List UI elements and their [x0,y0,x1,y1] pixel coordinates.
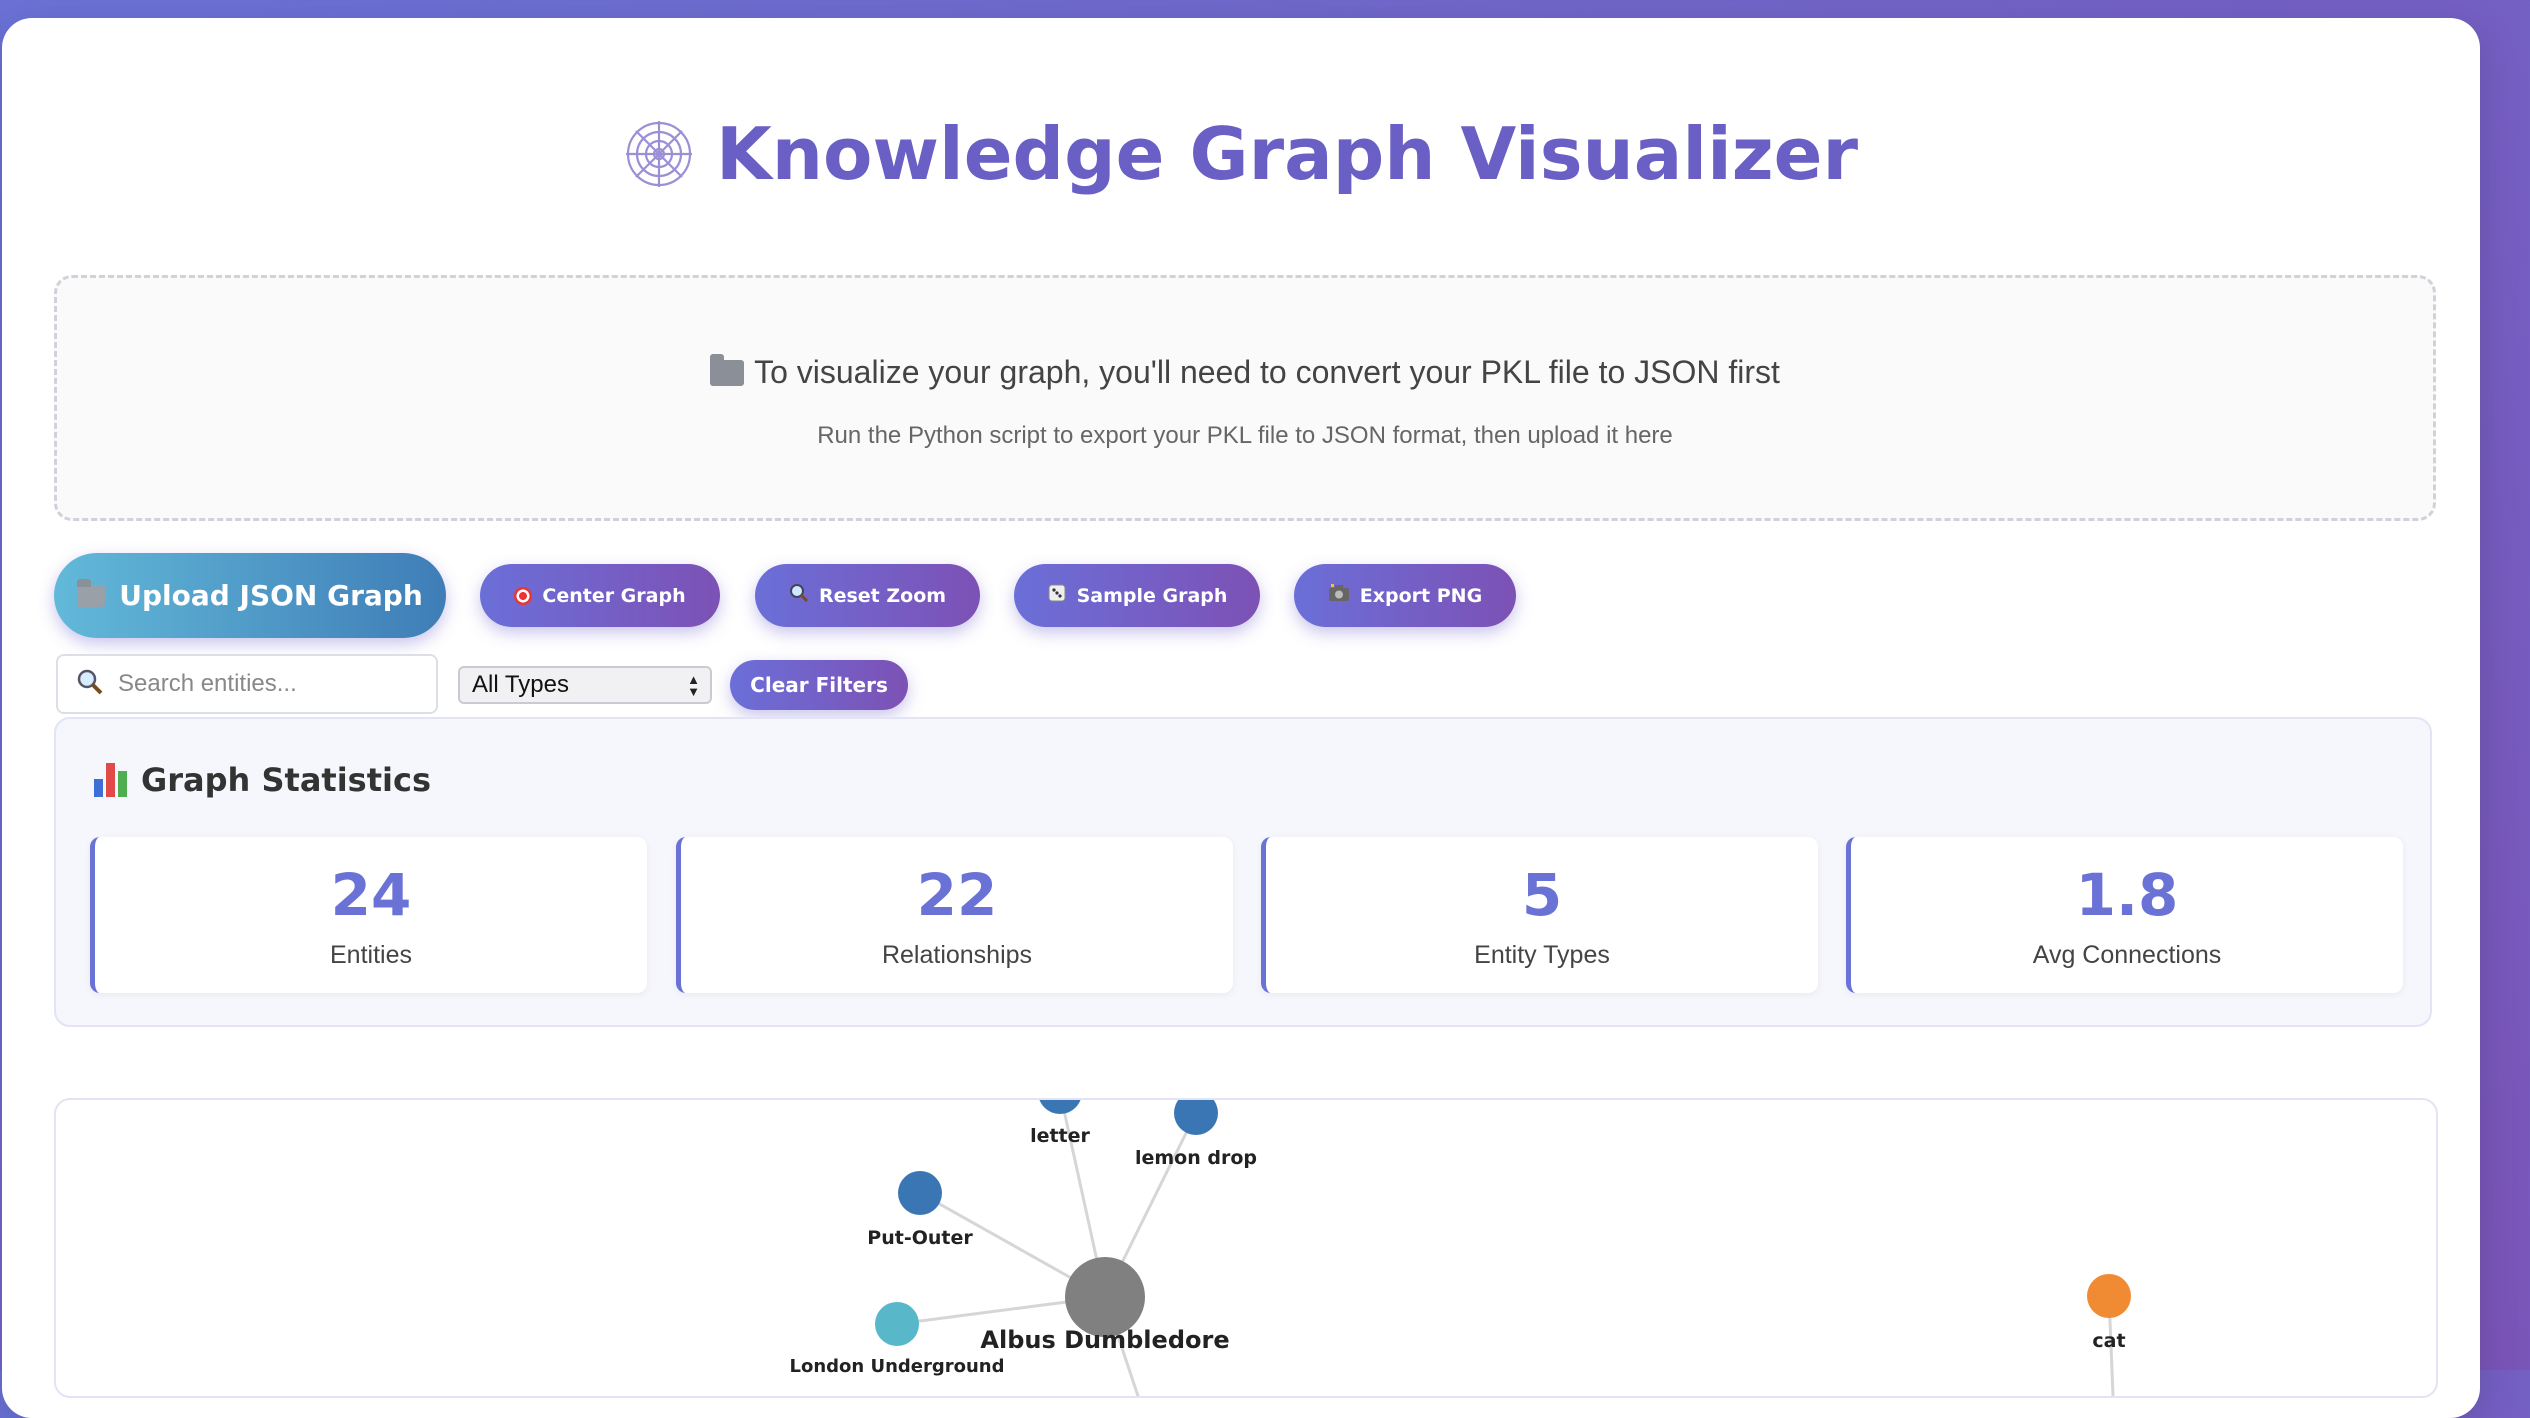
main-card: Knowledge Graph Visualizer To visualize … [2,18,2480,1418]
stat-value: 24 [330,861,412,929]
upload-dropzone[interactable]: To visualize your graph, you'll need to … [54,275,2436,521]
stat-value: 1.8 [2075,861,2179,929]
stat-label: Avg Connections [2032,941,2222,969]
clear-filters-label: Clear Filters [750,673,888,697]
search-input[interactable] [116,669,420,699]
type-filter-value: All Types [472,671,569,698]
stat-card-avg-connections: 1.8 Avg Connections [1846,837,2403,993]
stat-value: 5 [1521,861,1563,929]
stat-card-relationships: 22 Relationships [676,837,1233,993]
graph-node-london-underground[interactable] [875,1302,919,1346]
stats-title: Graph Statistics [141,761,431,799]
graph-statistics-panel: Graph Statistics 24 Entities 22 Relation… [54,717,2432,1027]
graph-node-cat[interactable] [2087,1274,2131,1318]
page-title: Knowledge Graph Visualizer [2,112,2480,196]
graph-canvas[interactable]: letter lemon drop Put-Outer Albus Dumbledor… [54,1098,2438,1398]
graph-node-label: letter [1030,1125,1090,1147]
graph-node-albus[interactable] [1065,1257,1145,1337]
stats-heading: Graph Statistics [94,761,431,799]
reset-zoom-label: Reset Zoom [818,584,947,607]
type-filter-select[interactable]: All Types ▲ ▼ [458,666,712,704]
dice-icon [1047,583,1067,608]
clear-filters-button[interactable]: Clear Filters [730,660,908,710]
stat-value: 22 [916,861,998,929]
graph-node-letter[interactable] [1038,1100,1082,1114]
center-graph-label: Center Graph [542,584,686,607]
stat-label: Relationships [881,941,1033,969]
target-icon [514,586,533,605]
stat-card-entities: 24 Entities [90,837,647,993]
graph-svg[interactable]: letter lemon drop Put-Outer Albus Dumbledor… [56,1100,2438,1398]
magnifier-icon [789,583,809,608]
sample-graph-label: Sample Graph [1076,584,1228,607]
dropzone-title: To visualize your graph, you'll need to … [754,354,1780,390]
export-png-button[interactable]: Export PNG [1294,564,1516,627]
dropzone-subtitle: Run the Python script to export your PKL… [817,422,1673,449]
folder-icon [77,578,106,607]
search-icon [76,668,104,700]
stat-label: Entity Types [1474,941,1610,969]
bar-chart-icon [94,763,127,797]
graph-node-label: Albus Dumbledore [980,1326,1229,1354]
page-title-text: Knowledge Graph Visualizer [715,112,1858,196]
graph-node-label: cat [2092,1330,2125,1352]
graph-node-lemon-drop[interactable] [1174,1100,1218,1135]
select-arrows-icon: ▲ ▼ [687,672,700,699]
upload-json-button[interactable]: Upload JSON Graph [54,553,446,638]
graph-node-put-outer[interactable] [898,1171,942,1215]
graph-node-label: Put-Outer [867,1227,973,1249]
reset-zoom-button[interactable]: Reset Zoom [755,564,980,627]
sample-graph-button[interactable]: Sample Graph [1014,564,1260,627]
search-field[interactable] [56,654,438,714]
graph-node-label: London Underground [789,1356,1004,1377]
upload-json-label: Upload JSON Graph [119,579,423,612]
camera-icon [1328,583,1350,608]
folder-icon [710,354,745,386]
export-png-label: Export PNG [1359,584,1483,607]
spider-web-icon [624,119,694,189]
stat-card-entity-types: 5 Entity Types [1261,837,1818,993]
graph-node-label: lemon drop [1135,1147,1257,1169]
stat-label: Entities [330,941,412,969]
center-graph-button[interactable]: Center Graph [480,564,720,627]
dropzone-title-row: To visualize your graph, you'll need to … [57,354,2433,391]
